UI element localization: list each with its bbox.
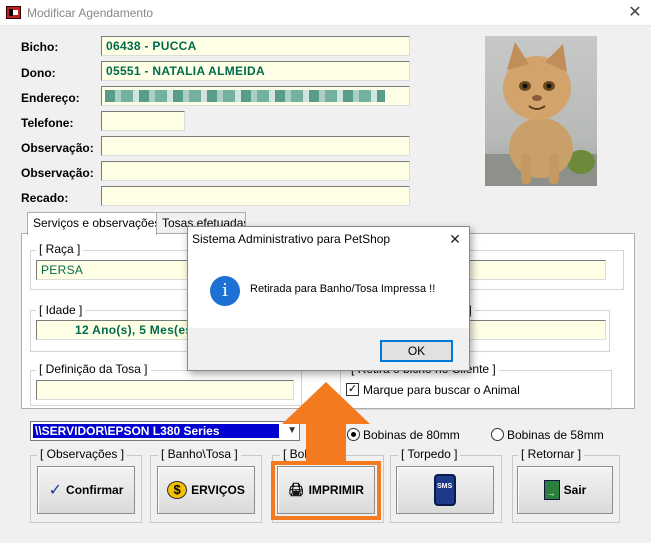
window-close-button[interactable]: ✕ — [622, 3, 648, 23]
sair-button-label: Sair — [563, 483, 587, 497]
sms-button[interactable]: SMS — [396, 466, 494, 514]
observacoes-group-title: [ Observações ] — [37, 447, 128, 461]
dialog-message: Retirada para Banho/Tosa Impressa !! — [250, 283, 436, 295]
idade-title: [ Idade ] — [36, 303, 86, 317]
observacao1-label: Observação: — [21, 141, 94, 155]
confirmar-button[interactable]: ✓ Confirmar — [37, 466, 135, 514]
message-dialog: Sistema Administrativo para PetShop ✕ i … — [187, 226, 470, 371]
dono-label: Dono: — [21, 66, 56, 80]
app-icon — [6, 6, 21, 19]
printer-selected-value: \\SERVIDOR\EPSON L380 Series — [33, 424, 279, 438]
bicho-label: Bicho: — [21, 40, 59, 54]
tosa-field[interactable] — [36, 380, 294, 400]
sms-icon-text: SMS — [437, 483, 453, 490]
dono-field[interactable]: 05551 - NATALIA ALMEIDA — [101, 61, 410, 81]
dialog-title: Sistema Administrativo para PetShop — [192, 232, 391, 246]
observacao2-field[interactable] — [101, 161, 410, 181]
tosa-title: [ Definição da Tosa ] — [36, 362, 151, 376]
servicos-button-label: ERVIÇOS — [191, 483, 245, 497]
recado-field[interactable] — [101, 186, 410, 206]
endereco-label: Endereço: — [21, 91, 80, 105]
dialog-ok-button[interactable]: OK — [380, 340, 453, 362]
dialog-close-button[interactable]: ✕ — [444, 229, 466, 249]
telefone-field[interactable] — [101, 111, 185, 131]
info-icon: i — [210, 276, 240, 306]
tab-servicos[interactable]: Serviços e observações — [27, 212, 157, 235]
raca-title: [ Raça ] — [36, 242, 84, 256]
exit-door-icon: → — [543, 480, 560, 500]
radio-80mm-label: Bobinas de 80mm — [363, 428, 460, 442]
sms-phone-icon: SMS — [434, 474, 456, 506]
sair-button[interactable]: → Sair — [517, 466, 613, 514]
check-icon: ✓ — [48, 482, 63, 499]
bicho-field[interactable]: 06438 - PUCCA — [101, 36, 410, 56]
cat-photo-icon — [485, 42, 597, 186]
torpedo-group-title: [ Torpedo ] — [398, 447, 461, 461]
recado-label: Recado: — [21, 191, 69, 205]
dialog-footer: OK — [188, 328, 469, 370]
retira-checkbox-label: Marque para buscar o Animal — [363, 383, 520, 397]
orange-arrow-icon — [282, 382, 370, 464]
dollar-icon: $ — [167, 481, 188, 499]
window-title: Modificar Agendamento — [27, 6, 154, 20]
bicho-value: 06438 - PUCCA — [106, 39, 197, 53]
radio-58mm[interactable] — [491, 428, 504, 441]
printer-select[interactable]: \\SERVIDOR\EPSON L380 Series ▼ — [30, 421, 300, 441]
banho-tosa-group-title: [ Banho\Tosa ] — [158, 447, 241, 461]
radio-58mm-label: Bobinas de 58mm — [507, 428, 604, 442]
dono-value: 05551 - NATALIA ALMEIDA — [106, 64, 265, 78]
observacao1-field[interactable] — [101, 136, 410, 156]
title-bar: Modificar Agendamento ✕ — [0, 0, 651, 26]
endereco-field[interactable] — [101, 86, 410, 106]
confirmar-button-label: Confirmar — [66, 483, 124, 497]
telefone-label: Telefone: — [21, 116, 74, 130]
pet-photo — [485, 36, 597, 186]
retornar-group-title: [ Retornar ] — [518, 447, 585, 461]
imprimir-highlight — [271, 461, 381, 520]
endereco-redacted — [105, 90, 385, 102]
observacao2-label: Observação: — [21, 166, 94, 180]
servicos-button[interactable]: $ ERVIÇOS — [157, 466, 255, 514]
